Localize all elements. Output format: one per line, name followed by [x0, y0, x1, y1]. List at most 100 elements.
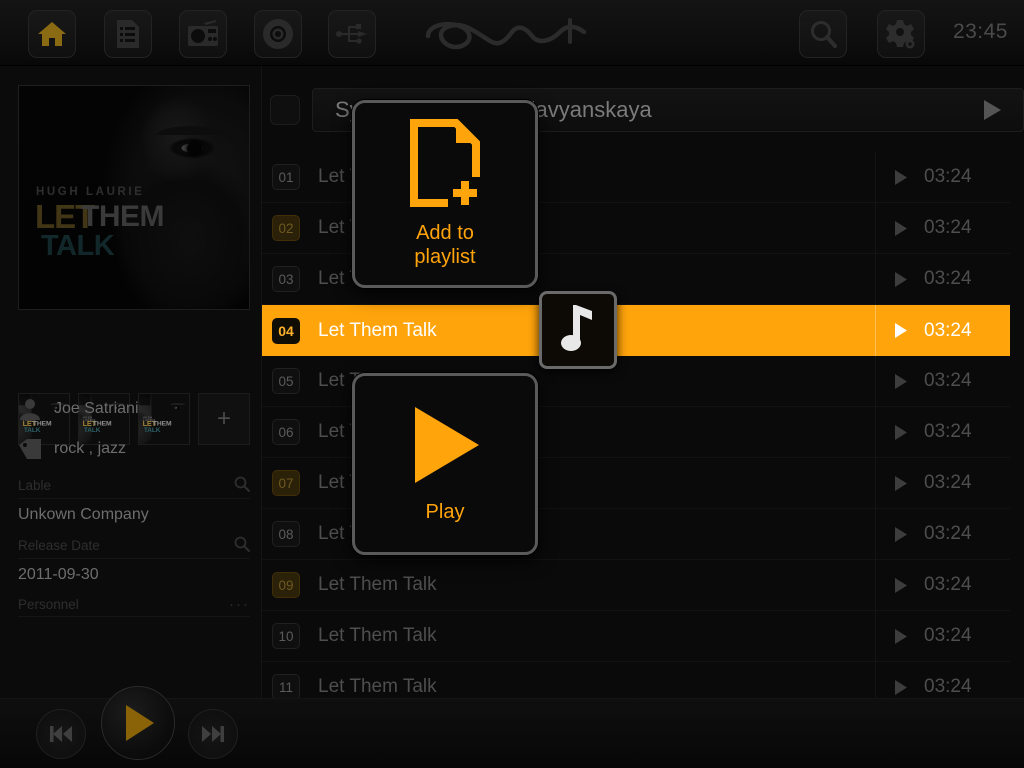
row-play-button[interactable] — [876, 577, 924, 594]
more-dots-icon[interactable]: ··· — [229, 596, 250, 613]
top-navigation-bar: 23:45 — [0, 0, 1024, 66]
search-icon-button[interactable] — [799, 10, 847, 58]
usb-icon — [336, 23, 368, 45]
disc-icon — [262, 18, 294, 50]
play-triangle-icon — [894, 323, 907, 338]
album-info-sidebar: HUGH LAURIE LET THEM TALK HUGH LAURIE LE… — [0, 66, 262, 752]
table-row[interactable]: 09 Let Them Talk 03:24 — [262, 559, 1010, 611]
track-duration: 03:24 — [924, 370, 972, 391]
play-pause-button[interactable] — [101, 686, 175, 760]
track-number: 09 — [272, 572, 300, 598]
track-duration: 03:24 — [924, 523, 972, 544]
playlist-icon — [115, 19, 141, 49]
home-icon — [37, 20, 67, 48]
play-all-button[interactable] — [961, 99, 1023, 121]
next-track-button[interactable] — [188, 709, 238, 759]
track-duration: 03:24 — [924, 319, 972, 341]
disc-icon-button[interactable] — [254, 10, 302, 58]
search-icon[interactable] — [234, 476, 250, 495]
cover-artwork: HUGH LAURIE LET THEM TALK — [19, 86, 249, 309]
playlist-icon-button[interactable] — [104, 10, 152, 58]
usb-icon-button[interactable] — [328, 10, 376, 58]
next-icon — [202, 726, 224, 742]
field-release-date[interactable]: Release Date 2011-09-30 — [18, 536, 250, 584]
field-release-date-label: Release Date — [18, 538, 100, 553]
cover-title-talk: TALK — [83, 426, 101, 434]
cover-thumbnail-3[interactable]: HUGH LAURIE LET THEM TALK — [138, 393, 190, 445]
row-play-button[interactable] — [876, 526, 924, 543]
field-lable[interactable]: Lable Unkown Company — [18, 476, 250, 524]
track-number: 04 — [272, 317, 300, 344]
track-duration: 03:24 — [924, 625, 972, 646]
play-icon — [126, 705, 154, 741]
track-duration: 03:24 — [924, 421, 972, 442]
track-title: Let Them Talk — [318, 676, 437, 697]
play-triangle-icon — [894, 220, 907, 236]
cover-title-talk: TALK — [143, 426, 161, 434]
field-lable-label: Lable — [18, 478, 52, 493]
play-triangle-icon — [894, 628, 907, 644]
genre-row[interactable]: rock , jazz — [18, 437, 126, 461]
home-icon-button[interactable] — [28, 10, 76, 58]
track-number: 02 — [272, 215, 300, 241]
track-title: Let Them Talk — [318, 574, 437, 595]
tag-icon — [18, 437, 42, 461]
radio-icon-button[interactable] — [179, 10, 227, 58]
music-note-icon — [560, 303, 596, 358]
track-number: 06 — [272, 419, 300, 445]
add-to-playlist-line1: Add to — [416, 221, 474, 244]
row-play-button[interactable] — [876, 169, 924, 186]
drag-music-note-handle[interactable] — [539, 291, 617, 369]
play-popup-label: Play — [425, 500, 465, 523]
track-duration: 03:24 — [924, 268, 972, 289]
row-play-button[interactable] — [876, 628, 924, 645]
cover-portrait-pupil — [176, 406, 180, 410]
track-title: Let Them Talk — [318, 625, 437, 646]
track-number: 10 — [272, 623, 300, 649]
play-triangle-icon — [894, 169, 907, 185]
player-control-bar: Let Them Talk Hug Laurie 320Kbps PCM/141… — [0, 686, 1024, 768]
album-cover-art[interactable]: HUGH LAURIE LET THEM TALK — [18, 85, 250, 310]
track-number: 07 — [272, 470, 300, 496]
play-triangle-icon — [894, 475, 907, 491]
search-icon[interactable] — [234, 536, 250, 555]
row-play-button[interactable] — [876, 322, 924, 339]
row-play-button[interactable] — [876, 424, 924, 441]
person-icon — [18, 397, 42, 421]
row-play-button[interactable] — [876, 271, 924, 288]
row-play-button[interactable] — [876, 373, 924, 390]
radio-icon — [187, 20, 219, 48]
track-duration: 03:24 — [924, 574, 972, 595]
row-play-button[interactable] — [876, 475, 924, 492]
artist-name: Joe Satriani — [54, 400, 139, 417]
track-number: 05 — [272, 368, 300, 394]
play-triangle-icon — [894, 424, 907, 440]
add-to-playlist-popup[interactable]: Add to playlist — [352, 100, 538, 288]
settings-icon-button[interactable] — [877, 10, 925, 58]
field-personnel[interactable]: Personnel ··· — [18, 596, 250, 617]
track-duration: 03:24 — [924, 166, 972, 187]
previous-track-button[interactable] — [36, 709, 86, 759]
play-triangle-icon — [894, 373, 907, 389]
add-to-playlist-line2: playlist — [414, 245, 476, 268]
gear-icon — [886, 19, 916, 49]
track-number: 03 — [272, 266, 300, 292]
play-popup[interactable]: Play — [352, 373, 538, 555]
add-cover-button[interactable]: + — [198, 393, 250, 445]
table-row[interactable]: 04 Let Them Talk 03:24 — [262, 305, 1010, 356]
previous-icon — [50, 726, 72, 742]
row-play-button[interactable] — [876, 679, 924, 696]
play-triangle-icon — [894, 526, 907, 542]
artist-row[interactable]: Joe Satriani — [18, 397, 139, 421]
add-to-playlist-label: Add to playlist — [414, 222, 475, 269]
track-number: 11 — [272, 674, 300, 700]
row-play-button[interactable] — [876, 220, 924, 237]
search-icon — [808, 19, 838, 49]
clock-display: 23:45 — [952, 20, 1008, 43]
cover-title-talk: TALK — [23, 426, 41, 434]
cover-dim-overlay — [19, 86, 249, 309]
select-all-checkbox[interactable] — [270, 95, 300, 125]
table-row[interactable]: 10 Let Them Talk 03:24 — [262, 610, 1010, 662]
track-number: 01 — [272, 164, 300, 190]
genre-text: rock , jazz — [54, 440, 127, 457]
